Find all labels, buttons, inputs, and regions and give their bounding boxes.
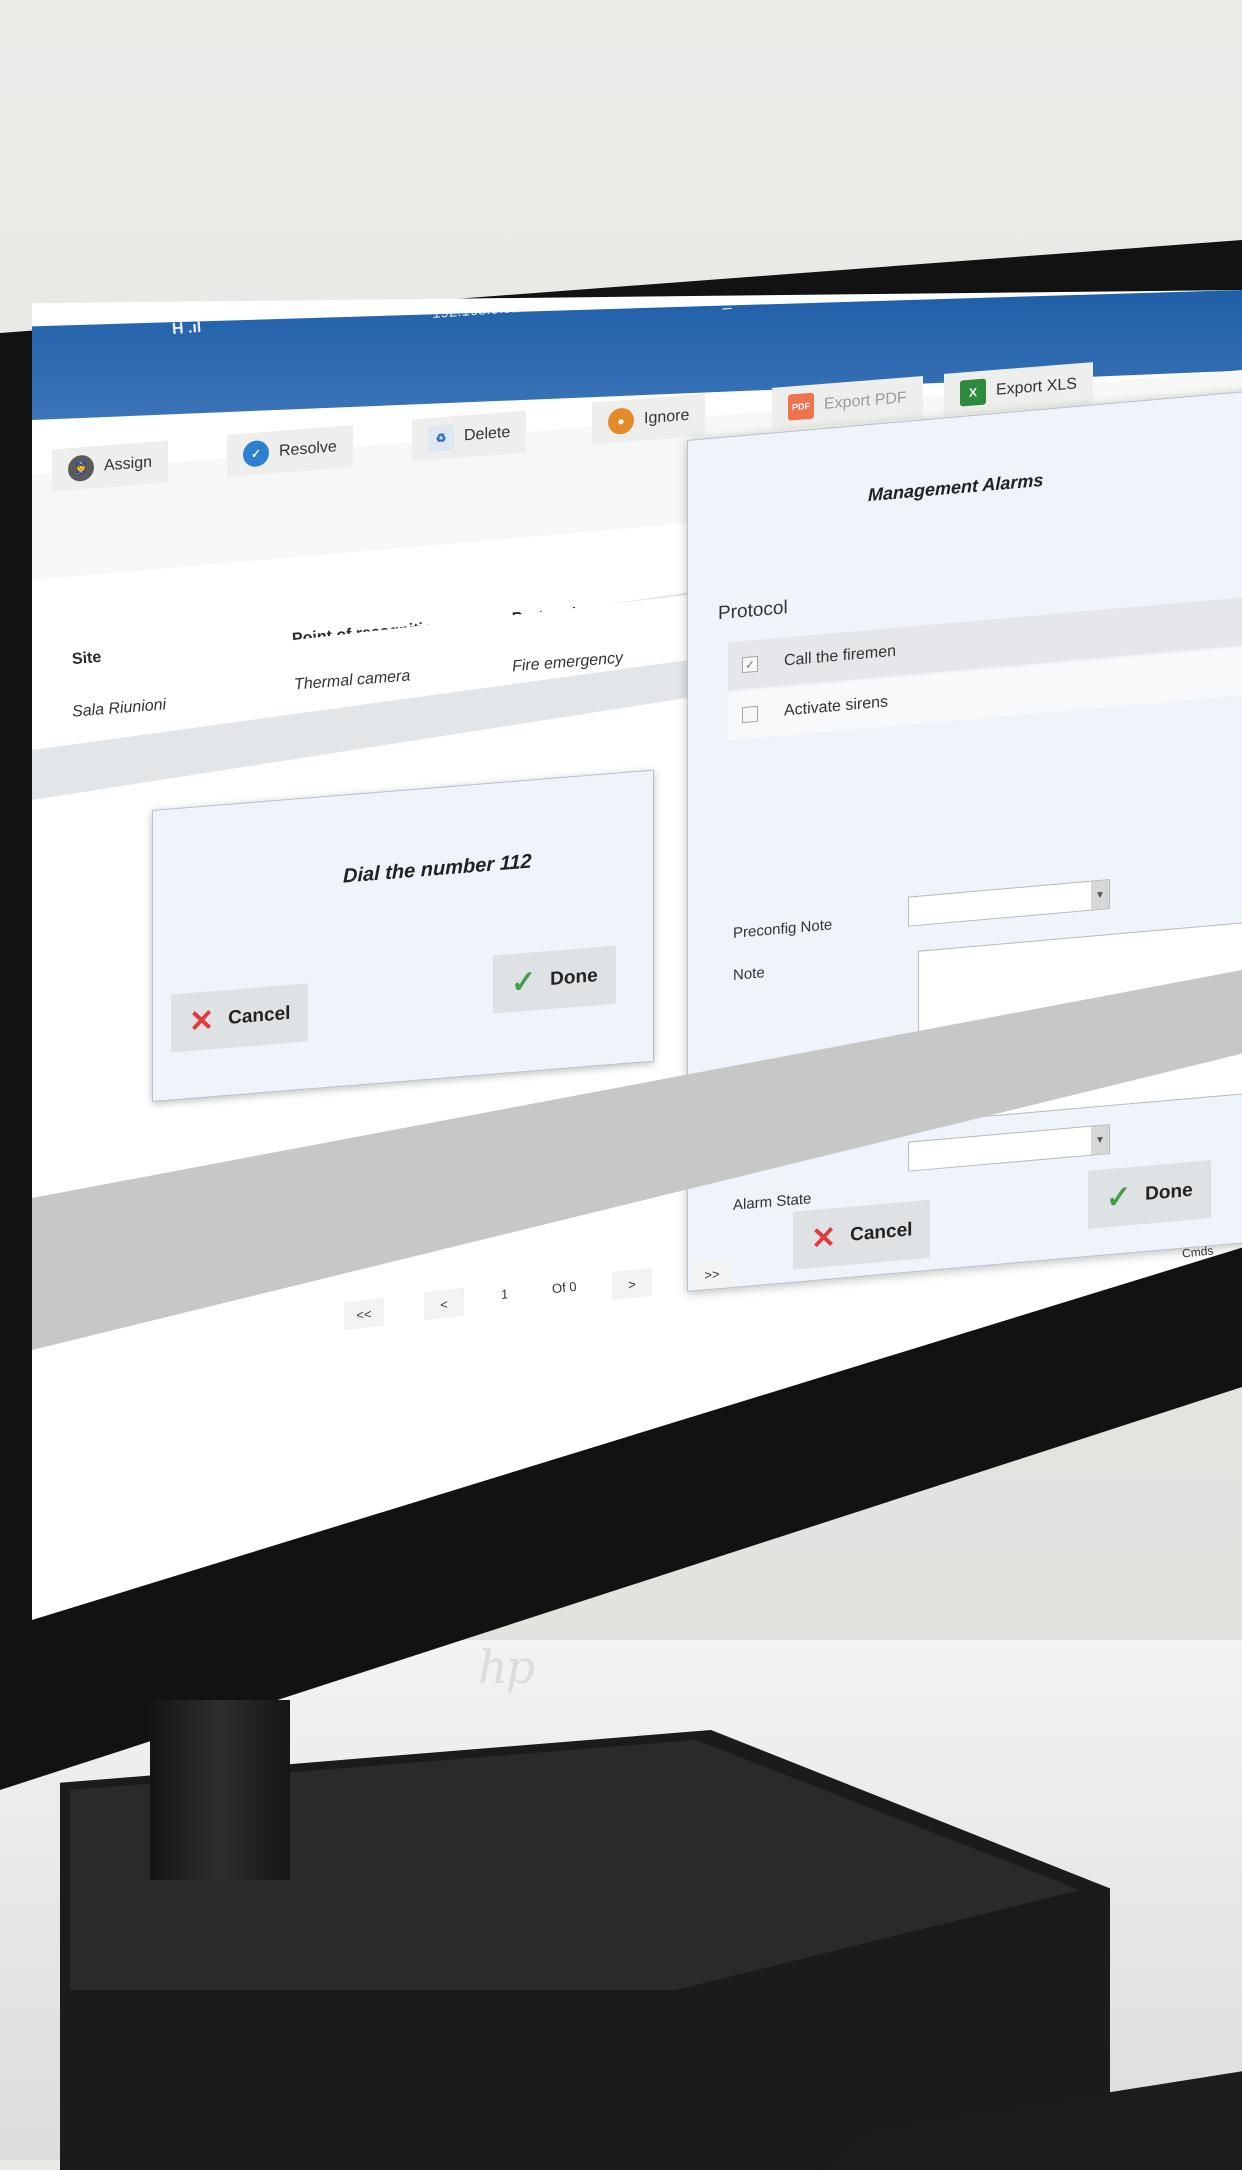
hp-logo: hp [478,1640,535,1694]
ignore-icon: ● [608,407,634,436]
pager-page-input[interactable]: 1 [497,1282,543,1310]
note-label: Note [733,964,765,984]
close-icon: ✕ [189,1003,215,1039]
pdf-icon: PDF [788,392,814,421]
ignore-button[interactable]: ● Ignore [592,393,706,445]
dial-done-button[interactable]: ✓ Done [493,945,616,1014]
dial-message: Dial the number 112 [343,850,532,888]
delete-button[interactable]: ♻ Delete [412,410,527,462]
preconfig-note-label: Preconfig Note [733,916,833,942]
dial-cancel-button[interactable]: ✕ Cancel [171,983,309,1053]
delete-icon: ♻ [428,424,454,453]
app-logo: H .ıl [171,318,202,339]
pager-next-button[interactable]: > [612,1267,652,1301]
alarm-state-select[interactable]: ▼ [908,1123,1110,1172]
pager-prev-button[interactable]: < [424,1287,464,1321]
window-title: 192.168.0.31 [431,298,521,323]
dial-dialog: Dial the number 112 ✕ Cancel ✓ Done [152,769,654,1102]
check-icon: ✓ [1106,1179,1132,1215]
chevron-down-icon: ▼ [1091,1125,1109,1155]
checkbox-unchecked[interactable] [742,705,758,724]
checkbox-checked[interactable]: ✓ [742,655,758,674]
pager-first-button[interactable]: << [344,1297,384,1331]
check-icon: ✓ [511,964,537,1000]
monitor-stand [150,1700,290,1880]
xls-icon: X [960,378,986,407]
assign-icon: 👮 [68,454,94,483]
dialog-title: Management Alarms [868,469,1044,506]
pager-of-label: Of 0 [551,1278,578,1297]
chevron-down-icon: ▼ [1091,880,1109,910]
mgmt-cancel-button[interactable]: ✕ Cancel [793,1199,931,1270]
preconfig-note-select[interactable]: ▼ [908,878,1110,927]
protocol-section-label: Protocol [718,597,788,625]
mgmt-done-button[interactable]: ✓ Done [1088,1160,1211,1229]
pager-last-button[interactable]: >> [692,1257,732,1291]
resolve-icon: ✓ [243,439,269,468]
close-icon: ✕ [811,1220,837,1256]
